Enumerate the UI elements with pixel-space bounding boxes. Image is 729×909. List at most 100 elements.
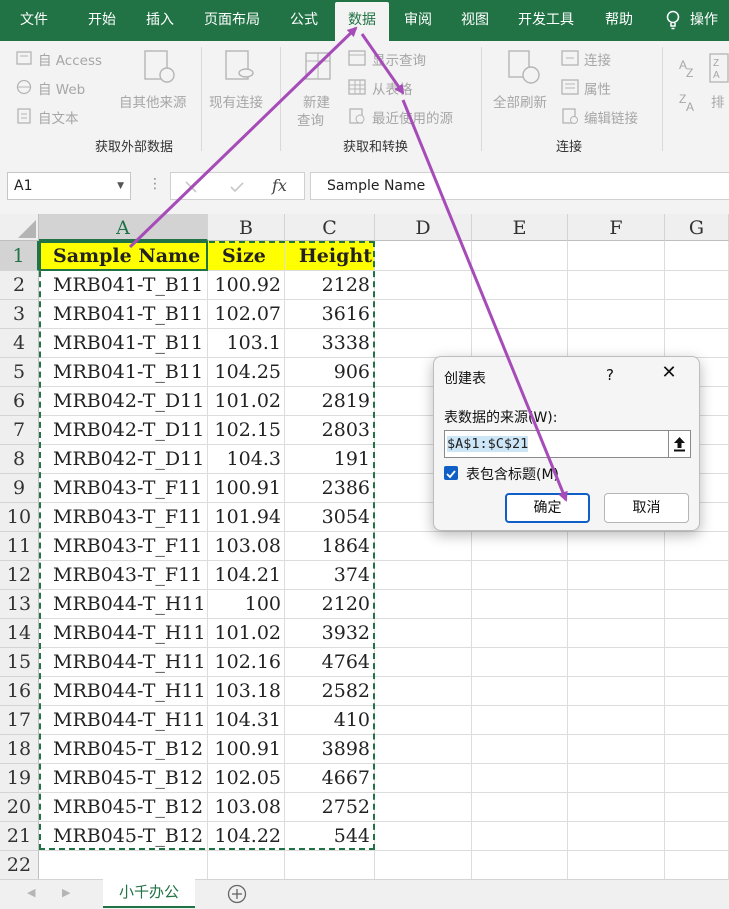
empty-cell[interactable] [568, 590, 665, 619]
empty-cell[interactable] [665, 735, 729, 764]
table-cell[interactable]: 2128 [285, 271, 375, 300]
table-cell[interactable]: 1864 [285, 532, 375, 561]
sheet-tab[interactable]: 小千办公 [103, 879, 195, 908]
table-cell[interactable]: 104.31 [208, 706, 285, 735]
table-cell[interactable]: MRB045-T_B12 [39, 735, 208, 764]
scroll-right-icon[interactable]: ▶ [62, 886, 70, 899]
empty-cell[interactable] [375, 271, 472, 300]
empty-cell[interactable] [208, 851, 285, 880]
from-text-button[interactable]: 自文本 [38, 107, 79, 127]
empty-cell[interactable] [568, 793, 665, 822]
chevron-down-icon[interactable]: ▼ [117, 173, 124, 199]
empty-cell[interactable] [472, 561, 568, 590]
tab-page-layout[interactable]: 页面布局 [195, 0, 269, 41]
empty-cell[interactable] [665, 300, 729, 329]
empty-cell[interactable] [665, 677, 729, 706]
show-queries-button[interactable]: 显示查询 [372, 49, 426, 69]
formula-bar-grip-icon[interactable]: ⋮ [148, 176, 162, 192]
table-cell[interactable]: 544 [285, 822, 375, 851]
table-cell[interactable]: MRB041-T_B11 [39, 358, 208, 387]
table-cell[interactable]: MRB043-T_F11 [39, 532, 208, 561]
table-cell[interactable]: MRB043-T_F11 [39, 503, 208, 532]
table-cell[interactable]: MRB043-T_F11 [39, 474, 208, 503]
table-cell[interactable]: MRB044-T_H11 [39, 706, 208, 735]
empty-cell[interactable] [375, 300, 472, 329]
empty-cell[interactable] [472, 764, 568, 793]
tab-data[interactable]: 数据 [335, 2, 389, 41]
tab-help[interactable]: 帮助 [595, 0, 643, 41]
column-header-c[interactable]: C [285, 214, 375, 241]
has-headers-checkbox[interactable] [444, 466, 458, 480]
row-header[interactable]: 8 [0, 445, 39, 474]
cancel-icon[interactable] [184, 180, 198, 194]
source-range-input[interactable]: $A$1:$C$21 [444, 430, 670, 458]
empty-cell[interactable] [568, 561, 665, 590]
empty-cell[interactable] [568, 532, 665, 561]
row-header[interactable]: 19 [0, 764, 39, 793]
table-cell[interactable]: MRB044-T_H11 [39, 648, 208, 677]
edit-links-button[interactable]: 编辑链接 [584, 107, 638, 127]
table-cell[interactable]: MRB042-T_D11 [39, 416, 208, 445]
new-query-dropdown[interactable]: 查询 [297, 109, 324, 129]
ok-button[interactable]: 确定 [505, 493, 590, 523]
empty-cell[interactable] [472, 677, 568, 706]
row-header[interactable]: 6 [0, 387, 39, 416]
cancel-button[interactable]: 取消 [604, 493, 689, 523]
row-header[interactable]: 14 [0, 619, 39, 648]
row-header[interactable]: 1 [0, 241, 39, 271]
new-query-button[interactable]: 新建 [303, 91, 330, 111]
tab-file[interactable]: 文件 [8, 0, 60, 41]
add-sheet-icon[interactable] [227, 884, 247, 904]
table-cell[interactable]: 101.94 [208, 503, 285, 532]
table-cell[interactable]: MRB044-T_H11 [39, 619, 208, 648]
empty-cell[interactable] [568, 619, 665, 648]
table-cell[interactable]: 410 [285, 706, 375, 735]
header-cell[interactable]: Size [208, 241, 285, 271]
empty-cell[interactable] [568, 329, 665, 358]
empty-cell[interactable] [375, 619, 472, 648]
row-header[interactable]: 12 [0, 561, 39, 590]
empty-cell[interactable] [568, 271, 665, 300]
table-cell[interactable]: MRB041-T_B11 [39, 329, 208, 358]
row-header[interactable]: 18 [0, 735, 39, 764]
table-cell[interactable]: 102.16 [208, 648, 285, 677]
empty-cell[interactable] [375, 329, 472, 358]
table-cell[interactable]: 3054 [285, 503, 375, 532]
lightbulb-icon[interactable] [666, 10, 680, 30]
table-cell[interactable]: 100.91 [208, 735, 285, 764]
table-cell[interactable]: MRB045-T_B12 [39, 764, 208, 793]
insert-function-icon[interactable]: fx [272, 176, 287, 195]
scroll-left-icon[interactable]: ◀ [27, 886, 35, 899]
empty-cell[interactable] [472, 300, 568, 329]
table-cell[interactable]: 104.22 [208, 822, 285, 851]
empty-cell[interactable] [665, 619, 729, 648]
column-header-a[interactable]: A [39, 214, 208, 241]
row-header[interactable]: 20 [0, 793, 39, 822]
sort-ascending-icon[interactable]: AZZA [678, 55, 696, 117]
table-cell[interactable]: 100.92 [208, 271, 285, 300]
table-cell[interactable]: 103.1 [208, 329, 285, 358]
tab-view[interactable]: 视图 [451, 0, 499, 41]
table-cell[interactable]: 2803 [285, 416, 375, 445]
table-cell[interactable]: 374 [285, 561, 375, 590]
column-header-b[interactable]: B [208, 214, 285, 241]
table-cell[interactable]: 101.02 [208, 619, 285, 648]
row-header[interactable]: 4 [0, 329, 39, 358]
empty-cell[interactable] [375, 532, 472, 561]
empty-cell[interactable] [665, 271, 729, 300]
table-cell[interactable]: MRB041-T_B11 [39, 271, 208, 300]
empty-cell[interactable] [472, 822, 568, 851]
table-cell[interactable]: MRB042-T_D11 [39, 445, 208, 474]
table-cell[interactable]: 101.02 [208, 387, 285, 416]
empty-cell[interactable] [472, 619, 568, 648]
empty-cell[interactable] [39, 851, 208, 880]
header-cell[interactable]: Height [285, 241, 375, 271]
table-cell[interactable]: MRB043-T_F11 [39, 561, 208, 590]
from-table-button[interactable]: 从表格 [372, 78, 413, 98]
empty-cell[interactable] [568, 300, 665, 329]
empty-cell[interactable] [568, 764, 665, 793]
empty-cell[interactable] [568, 677, 665, 706]
tab-developer[interactable]: 开发工具 [508, 0, 584, 41]
empty-cell[interactable] [568, 241, 665, 271]
table-cell[interactable]: 103.18 [208, 677, 285, 706]
